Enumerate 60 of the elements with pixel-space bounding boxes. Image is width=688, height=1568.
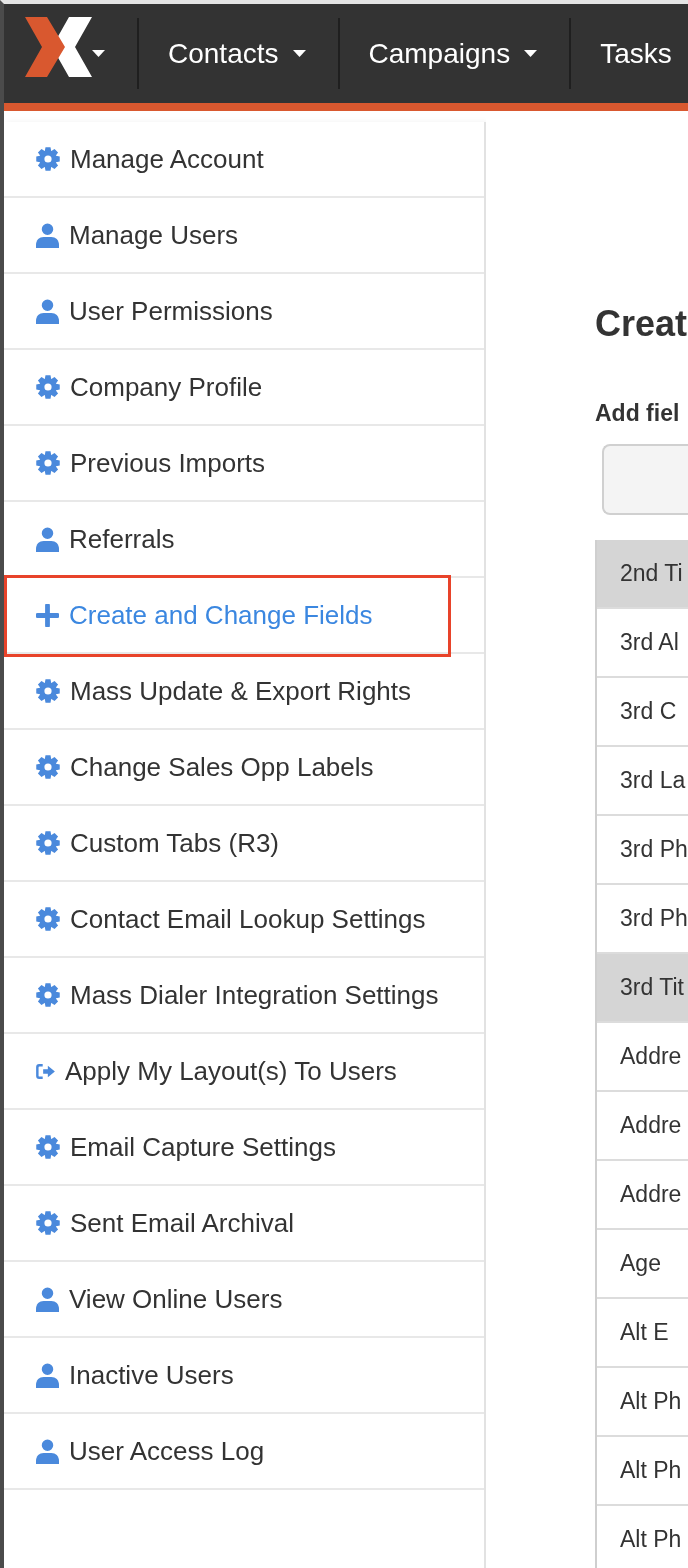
person-icon bbox=[36, 222, 59, 248]
sidebar-item[interactable]: User Access Log bbox=[4, 1414, 484, 1490]
nav-menu-link[interactable]: Campaigns bbox=[337, 18, 570, 89]
sidebar-item[interactable]: Mass Dialer Integration Settings bbox=[4, 958, 484, 1034]
nav-menu-link[interactable]: Tasks bbox=[569, 18, 672, 89]
add-field-input[interactable] bbox=[602, 443, 688, 515]
field-row[interactable]: Alt Ph bbox=[597, 1367, 688, 1437]
gear-icon bbox=[36, 147, 60, 171]
person-icon bbox=[36, 1362, 59, 1388]
field-row[interactable]: 3rd Al bbox=[597, 608, 688, 678]
person-icon bbox=[36, 1286, 59, 1312]
person-icon bbox=[36, 526, 59, 552]
field-row[interactable]: Age bbox=[597, 1229, 688, 1299]
nav-menu-link[interactable]: Contacts bbox=[137, 18, 338, 89]
sidebar-item[interactable]: User Permissions bbox=[4, 274, 484, 350]
field-row[interactable]: Addre bbox=[597, 1022, 688, 1092]
field-row[interactable]: Alt E bbox=[597, 1298, 688, 1368]
field-label: Add fiel bbox=[595, 400, 681, 428]
sidebar-item[interactable]: Inactive Users bbox=[4, 1338, 484, 1414]
gear-icon bbox=[36, 907, 60, 931]
plus-icon bbox=[36, 603, 59, 627]
field-row[interactable]: 3rd Tit bbox=[597, 953, 688, 1023]
sidebar-item[interactable]: Sent Email Archival bbox=[4, 1186, 484, 1262]
sidebar-item[interactable]: View Online Users bbox=[4, 1262, 484, 1338]
logo-icon bbox=[25, 17, 92, 77]
sidebar-item[interactable]: Create and Change Fields bbox=[4, 578, 484, 654]
field-row[interactable]: Addre bbox=[597, 1091, 688, 1161]
sidebar-item[interactable]: Custom Tabs (R3) bbox=[4, 806, 484, 882]
sidebar-item[interactable]: Manage Users bbox=[4, 198, 484, 274]
box-arrow-icon bbox=[36, 1063, 55, 1079]
gear-icon bbox=[36, 451, 60, 475]
caret-icon bbox=[524, 50, 538, 57]
page-heading: Creat bbox=[595, 302, 688, 346]
gear-icon bbox=[36, 1135, 60, 1159]
sidebar-item[interactable]: Contact Email Lookup Settings bbox=[4, 882, 484, 958]
gear-icon bbox=[36, 679, 60, 703]
gear-icon bbox=[36, 375, 60, 399]
field-row[interactable]: Addre bbox=[597, 1160, 688, 1230]
sidebar-item[interactable]: Manage Account bbox=[4, 122, 484, 198]
field-row[interactable]: 3rd La bbox=[597, 746, 688, 816]
caret-icon bbox=[292, 50, 306, 57]
person-icon bbox=[36, 1438, 59, 1464]
sidebar-item[interactable]: Previous Imports bbox=[4, 426, 484, 502]
sidebar-item[interactable]: Email Capture Settings bbox=[4, 1110, 484, 1186]
caret-icon bbox=[92, 50, 105, 57]
field-row[interactable]: 3rd Ph bbox=[597, 815, 688, 885]
field-row[interactable]: Alt Ph bbox=[597, 1505, 688, 1568]
sidebar-item[interactable]: Apply My Layout(s) To Users bbox=[4, 1034, 484, 1110]
sidebar-item[interactable]: Company Profile bbox=[4, 350, 484, 426]
gear-icon bbox=[36, 1211, 60, 1235]
field-row[interactable]: 3rd C bbox=[597, 677, 688, 747]
person-icon bbox=[36, 298, 59, 324]
field-row[interactable]: Alt Ph bbox=[597, 1436, 688, 1506]
gear-icon bbox=[36, 831, 60, 855]
gear-icon bbox=[36, 983, 60, 1007]
sidebar-item[interactable]: Referrals bbox=[4, 502, 484, 578]
gear-icon bbox=[36, 755, 60, 779]
sidebar-item[interactable]: Mass Update & Export Rights bbox=[4, 654, 484, 730]
sidebar-item[interactable]: Change Sales Opp Labels bbox=[4, 730, 484, 806]
field-row[interactable]: 2nd Ti bbox=[597, 539, 688, 609]
